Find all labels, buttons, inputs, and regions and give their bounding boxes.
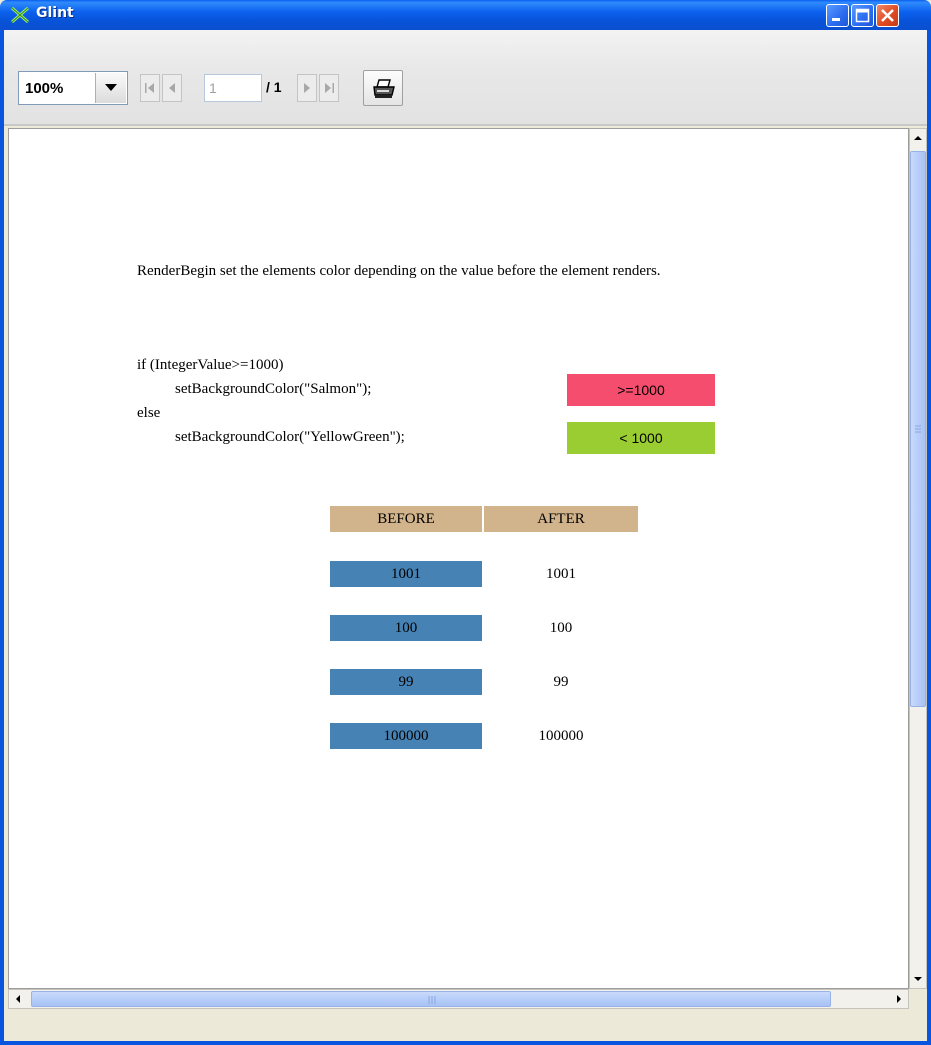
scrollbar-corner [909, 989, 927, 1009]
title-bar[interactable]: Glint [0, 0, 931, 30]
zoom-select[interactable]: 100% [18, 71, 128, 105]
first-page-icon [145, 83, 154, 93]
before-cell: 100000 [330, 723, 482, 749]
zoom-value: 100% [25, 80, 64, 97]
column-header-before: BEFORE [330, 506, 482, 532]
code-line: else [137, 405, 161, 421]
window-bottom-area [4, 1009, 927, 1041]
before-cell: 1001 [330, 561, 482, 587]
scroll-right-button[interactable] [890, 990, 908, 1008]
previous-page-icon [169, 83, 175, 93]
grip-icon [428, 996, 436, 1004]
glint-logo-icon [10, 6, 30, 24]
previous-page-button[interactable] [162, 74, 182, 102]
after-cell: 1001 [546, 566, 576, 582]
code-line: if (IntegerValue>=1000) [137, 357, 284, 373]
code-line: setBackgroundColor("YellowGreen"); [175, 429, 405, 445]
maximize-icon [855, 8, 870, 23]
before-cell: 100 [330, 615, 482, 641]
page-total-label: / 1 [266, 79, 282, 95]
legend-low: < 1000 [567, 422, 715, 454]
description-text: RenderBegin set the elements color depen… [137, 263, 661, 279]
horizontal-scrollbar[interactable] [8, 989, 909, 1009]
zoom-dropdown-button[interactable] [95, 73, 126, 103]
column-header-after: AFTER [484, 506, 638, 532]
chevron-down-icon [105, 84, 117, 91]
scroll-left-button[interactable] [9, 990, 27, 1008]
close-button[interactable] [876, 4, 899, 27]
scroll-left-arrow-icon [16, 995, 20, 1003]
scroll-up-button[interactable] [910, 129, 926, 147]
grip-icon [915, 425, 921, 433]
report-viewport: RenderBegin set the elements color depen… [8, 128, 909, 989]
scroll-down-button[interactable] [910, 970, 926, 988]
horizontal-scroll-thumb[interactable] [31, 991, 831, 1007]
code-block: if (IntegerValue>=1000) setBackgroundCol… [137, 353, 405, 449]
next-page-icon [304, 83, 310, 93]
last-page-button[interactable] [319, 74, 339, 102]
vertical-scroll-thumb[interactable] [910, 151, 926, 707]
window-frame-right [927, 30, 931, 1045]
maximize-button[interactable] [851, 4, 874, 27]
legend-high: >=1000 [567, 374, 715, 406]
code-line: setBackgroundColor("Salmon"); [175, 381, 372, 397]
scroll-up-arrow-icon [914, 136, 922, 140]
print-button[interactable] [363, 70, 403, 106]
after-cell: 99 [553, 674, 569, 690]
window-frame-bottom [0, 1041, 931, 1045]
window-title: Glint [36, 5, 74, 21]
toolbar-divider [4, 124, 927, 126]
report-page: RenderBegin set the elements color depen… [9, 129, 908, 988]
minimize-button[interactable] [826, 4, 849, 27]
before-cell: 99 [330, 669, 482, 695]
vertical-scrollbar[interactable] [909, 128, 927, 989]
after-cell: 100 [549, 620, 573, 636]
scroll-down-arrow-icon [914, 977, 922, 981]
page-number-input[interactable]: 1 [204, 74, 262, 102]
next-page-button[interactable] [297, 74, 317, 102]
first-page-button[interactable] [140, 74, 160, 102]
last-page-icon [325, 83, 334, 93]
window-frame-left [0, 30, 4, 1045]
printer-icon [373, 79, 395, 98]
close-icon [881, 9, 894, 22]
minimize-icon [832, 18, 840, 21]
after-cell: 100000 [538, 728, 584, 744]
scroll-right-arrow-icon [897, 995, 901, 1003]
